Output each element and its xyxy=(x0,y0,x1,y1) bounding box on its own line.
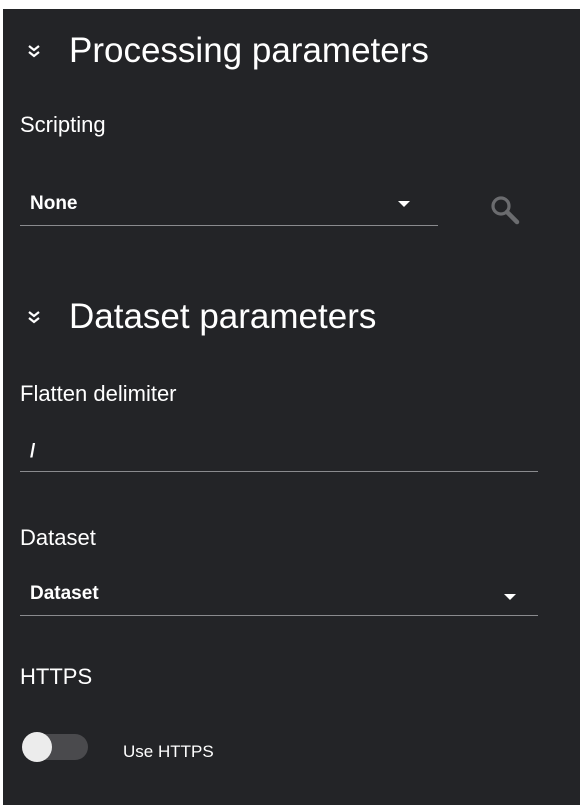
dataset-select-value: Dataset xyxy=(30,583,99,604)
dataset-select[interactable]: Dataset xyxy=(20,575,538,616)
parameters-panel: Processing parameters Scripting None Dat… xyxy=(3,9,580,805)
use-https-label: Use HTTPS xyxy=(123,742,214,761)
dataset-label: Dataset xyxy=(20,525,96,550)
use-https-toggle[interactable] xyxy=(22,732,88,762)
scripting-label: Scripting xyxy=(20,112,106,137)
flatten-delimiter-value: / xyxy=(30,441,36,462)
dataset-parameters-title: Dataset parameters xyxy=(69,297,377,336)
chevron-double-down-icon[interactable] xyxy=(27,309,41,325)
flatten-delimiter-label: Flatten delimiter xyxy=(20,381,177,406)
flatten-delimiter-input[interactable]: / xyxy=(20,431,538,472)
dropdown-caret-icon xyxy=(398,201,410,207)
search-icon xyxy=(491,196,520,225)
dropdown-caret-icon xyxy=(504,594,516,600)
chevron-double-down-icon[interactable] xyxy=(27,43,41,59)
https-label: HTTPS xyxy=(20,664,93,689)
scripting-select[interactable]: None xyxy=(20,185,438,226)
search-button[interactable] xyxy=(487,193,527,229)
processing-parameters-title: Processing parameters xyxy=(69,31,429,70)
scripting-select-value: None xyxy=(30,193,78,214)
toggle-knob xyxy=(22,732,52,762)
